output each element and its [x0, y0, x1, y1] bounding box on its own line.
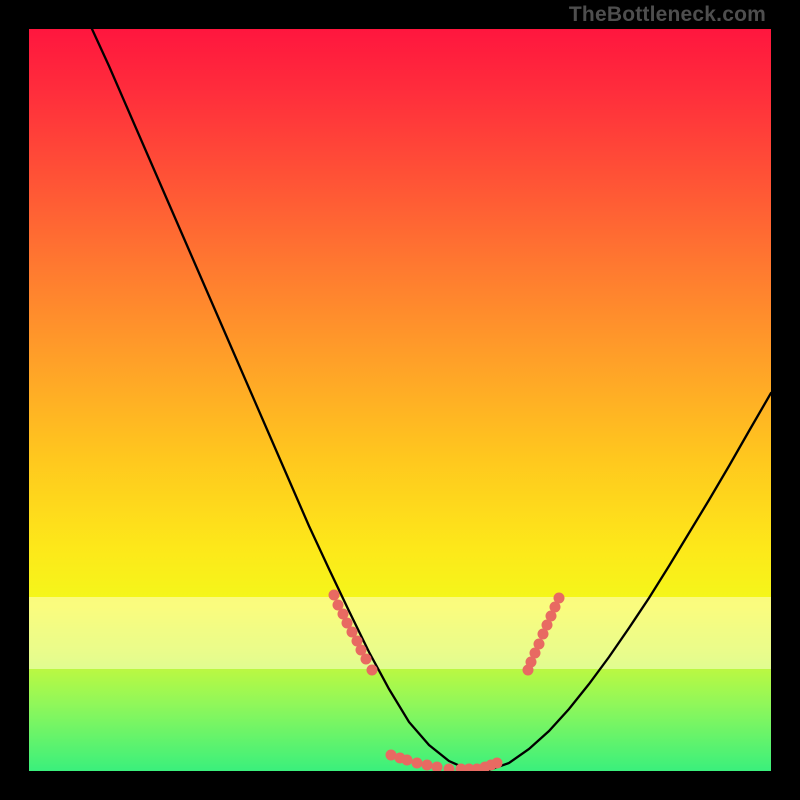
- marker-dot: [367, 665, 378, 676]
- marker-dot: [422, 760, 433, 771]
- data-markers: [329, 590, 565, 772]
- marker-dot: [554, 593, 565, 604]
- plot-area: [29, 29, 771, 771]
- marker-dot: [492, 758, 503, 769]
- marker-dot: [329, 590, 340, 601]
- marker-dot: [444, 764, 455, 772]
- marker-dot: [361, 654, 372, 665]
- watermark-text: TheBottleneck.com: [569, 3, 766, 27]
- chart-svg: [29, 29, 771, 771]
- outer-black-frame: TheBottleneck.com: [0, 0, 800, 800]
- marker-dot: [412, 758, 423, 769]
- marker-dot: [402, 755, 413, 766]
- bottleneck-curve: [92, 29, 771, 770]
- marker-dot: [432, 762, 443, 772]
- marker-dot: [534, 639, 545, 650]
